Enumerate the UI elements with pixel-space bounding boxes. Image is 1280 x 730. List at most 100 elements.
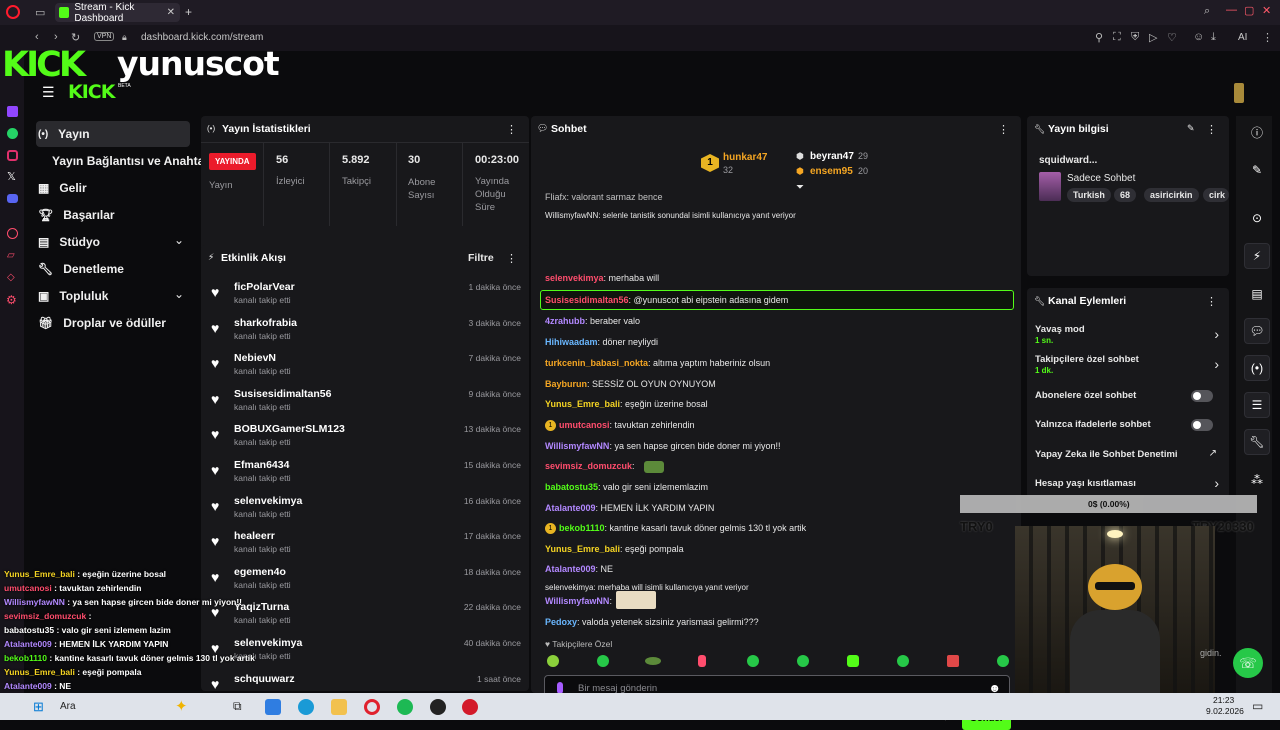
chat-username[interactable]: Yunus_Emre_bali <box>545 544 620 554</box>
settings-icon[interactable]: ⚙ <box>6 293 17 307</box>
chat-message[interactable]: Pedoxy: valoda yetenek sizsiniz yarismas… <box>545 617 759 627</box>
back-icon[interactable]: ‹ <box>35 31 39 43</box>
chat-message[interactable]: Hihiwaadam: döner neyliydi <box>545 337 658 347</box>
chevron-down-icon[interactable]: ⌄ <box>174 287 184 301</box>
subscribers-only-toggle[interactable] <box>1191 390 1213 402</box>
activity-item[interactable]: ♥ NebievN kanalı takip etti 7 dakika önce <box>211 352 521 386</box>
chat-username[interactable]: selenvekimya <box>545 273 604 283</box>
chat-username[interactable]: Hihiwaadam <box>545 337 598 347</box>
heart-icon[interactable]: ♡ <box>1167 31 1177 44</box>
activity-item[interactable]: ♥ schquuwarz 1 saat önce <box>211 673 521 691</box>
microphone-icon[interactable] <box>557 682 563 693</box>
chat-message[interactable]: WillismyfawNN: ya sen hapse gircen bide … <box>545 441 781 451</box>
emote-icon[interactable] <box>747 655 759 667</box>
panel-menu-icon[interactable]: ⋮ <box>1206 123 1217 136</box>
activity-item[interactable]: ♥ selenvekimya kanalı takip etti 16 dakika … <box>211 495 521 529</box>
search-icon[interactable]: ⌕ <box>1204 5 1210 18</box>
chat-username[interactable]: umutcanosi <box>559 420 610 430</box>
panel-menu-icon[interactable]: ⋮ <box>506 123 517 136</box>
tab-overview-icon[interactable]: ▭ <box>35 6 45 19</box>
chat-username[interactable]: Yunus_Emre_bali <box>545 399 620 409</box>
points-icon[interactable]: ⁂ <box>1244 467 1270 493</box>
chat-username[interactable]: sevimsiz_domuzcuk <box>545 461 632 471</box>
menu-icon[interactable]: ⋮ <box>1262 31 1273 44</box>
reload-icon[interactable]: ↻ <box>71 31 80 44</box>
opera-app-icon[interactable] <box>364 699 380 715</box>
document-icon[interactable]: ▤ <box>1244 281 1270 307</box>
shield-icon[interactable]: ⛨ <box>1131 31 1139 44</box>
url-text[interactable]: dashboard.kick.com/stream <box>141 32 263 43</box>
chat-message[interactable]: WillismyfawNN: <box>545 596 612 606</box>
emote-icon[interactable] <box>698 655 706 667</box>
action-slow-mode[interactable]: Yavaş mod 1 sn. › <box>1027 324 1229 350</box>
emote-icon[interactable] <box>597 655 609 667</box>
avatar[interactable] <box>1234 83 1244 103</box>
tag-chip[interactable]: 68 <box>1114 188 1137 202</box>
emote-icon[interactable] <box>897 655 909 667</box>
minimize-icon[interactable]: — <box>1226 4 1237 16</box>
chat-username[interactable]: bekob1110 <box>559 523 605 533</box>
browser-tab-active[interactable]: Stream - Kick Dashboard ✕ <box>55 2 180 24</box>
x-icon[interactable]: 𝕏 <box>7 170 16 183</box>
taskbar-search[interactable]: Ara <box>60 701 76 712</box>
activity-item[interactable]: ♥ selenvekimya kanalı takip etti 40 dakika … <box>211 637 521 671</box>
action-followers-only[interactable]: Takipçilere özel sohbet 1 dk. › <box>1027 354 1229 380</box>
lightning-icon[interactable]: ⚡︎ <box>1244 243 1270 269</box>
chat-username[interactable]: babatostu35 <box>545 482 598 492</box>
chat-message[interactable]: sevimsiz_domuzcuk: <box>545 461 635 471</box>
edge-icon[interactable] <box>298 699 314 715</box>
files-app-icon[interactable] <box>265 699 281 715</box>
chat-message[interactable]: 1 umutcanosi: tavuktan zehirlendin <box>545 420 695 432</box>
sidebar-item-denetleme[interactable]: 🔧︎ Denetleme <box>38 262 124 276</box>
emote-icon[interactable] <box>797 655 809 667</box>
activity-icon[interactable]: ☰ <box>1244 392 1270 418</box>
chat-message[interactable]: selenvekimya: merhaba will <box>545 273 659 283</box>
chat-message[interactable]: 4zrahubb: beraber valo <box>545 316 640 326</box>
activity-item[interactable]: ♥ ficPolarVear kanalı takip etti 1 dakika ö… <box>211 281 521 315</box>
snapshot-icon[interactable]: ⛶ <box>1113 31 1121 44</box>
play-icon[interactable]: ▷ <box>1149 31 1157 44</box>
windows-start-icon[interactable]: ⊞ <box>33 699 44 715</box>
tag-chip[interactable]: Turkish <box>1067 188 1111 202</box>
chat-message[interactable]: 1 bekob1110: kantine kasarlı tavuk döner … <box>545 523 806 535</box>
bookmark-icon[interactable]: ▱ <box>7 250 15 261</box>
chat-username[interactable]: 4zrahubb <box>545 316 585 326</box>
chat-icon[interactable]: 💬︎ <box>1244 318 1270 344</box>
activity-item[interactable]: ♥ egemen4o kanalı takip etti 18 dakika önce <box>211 566 521 600</box>
activity-item[interactable]: ♥ Efman6434 kanalı takip etti 15 dakika önc… <box>211 459 521 493</box>
chat-message[interactable]: Atalante009: NE <box>545 564 613 574</box>
search-highlight-icon[interactable]: ✦ <box>175 697 188 715</box>
extensions-icon[interactable]: ◇ <box>7 272 15 283</box>
wrench-icon[interactable]: 🔧︎ <box>1244 429 1270 455</box>
sidebar-item-studyo[interactable]: ▤ Stüdyo <box>38 235 100 249</box>
chat-message[interactable]: Yunus_Emre_bali: eşeği pompala <box>545 544 684 554</box>
discord-icon[interactable] <box>7 194 18 203</box>
emote-icon[interactable] <box>947 655 959 667</box>
action-ai-moderation[interactable]: Yapay Zeka ile Sohbet Denetimi ↗ <box>1027 447 1229 467</box>
chat-username[interactable]: Bayburun <box>545 379 587 389</box>
chat-username[interactable]: Susisesidimaltan56 <box>545 295 629 305</box>
edit-icon[interactable]: ✎ <box>1244 157 1270 183</box>
notification-icon[interactable]: ▭ <box>1252 699 1263 713</box>
camera-icon[interactable]: ⊙ <box>1244 205 1270 231</box>
history-icon[interactable] <box>7 228 18 239</box>
tag-chip[interactable]: cirk <box>1203 188 1229 202</box>
chat-message[interactable]: turkcenin_babasi_nokta: altıma yaptım ha… <box>545 358 770 368</box>
activity-item[interactable]: ♥ healeerr kanalı takip etti 17 dakika önce <box>211 530 521 564</box>
spotify-icon[interactable] <box>397 699 413 715</box>
emote-icon[interactable] <box>997 655 1009 667</box>
task-view-icon[interactable]: ⧉ <box>233 699 242 714</box>
chat-username[interactable]: WillismyfawNN <box>545 596 609 606</box>
chat-message[interactable]: Bayburun: SESSİZ OL OYUN OYNUYOM <box>545 379 716 389</box>
close-tab-icon[interactable]: ✕ <box>167 7 175 18</box>
chat-input-box[interactable]: Bir mesaj gönderin ☻ <box>544 675 1010 693</box>
chat-username[interactable]: WillismyfawNN <box>545 441 609 451</box>
instagram-icon[interactable] <box>7 150 18 161</box>
obs-icon[interactable] <box>430 699 446 715</box>
chat-username[interactable]: Atalante009 <box>545 564 596 574</box>
opera-logo-icon[interactable] <box>6 5 20 19</box>
chat-message[interactable]: Yunus_Emre_bali: eşeğin üzerine bosal <box>545 399 708 409</box>
kick-float-button[interactable]: ☏ <box>1233 648 1263 678</box>
sidebar-item-topluluk[interactable]: ▣ Topluluk <box>38 289 108 303</box>
menu-hamburger-icon[interactable]: ☰ <box>42 84 55 101</box>
